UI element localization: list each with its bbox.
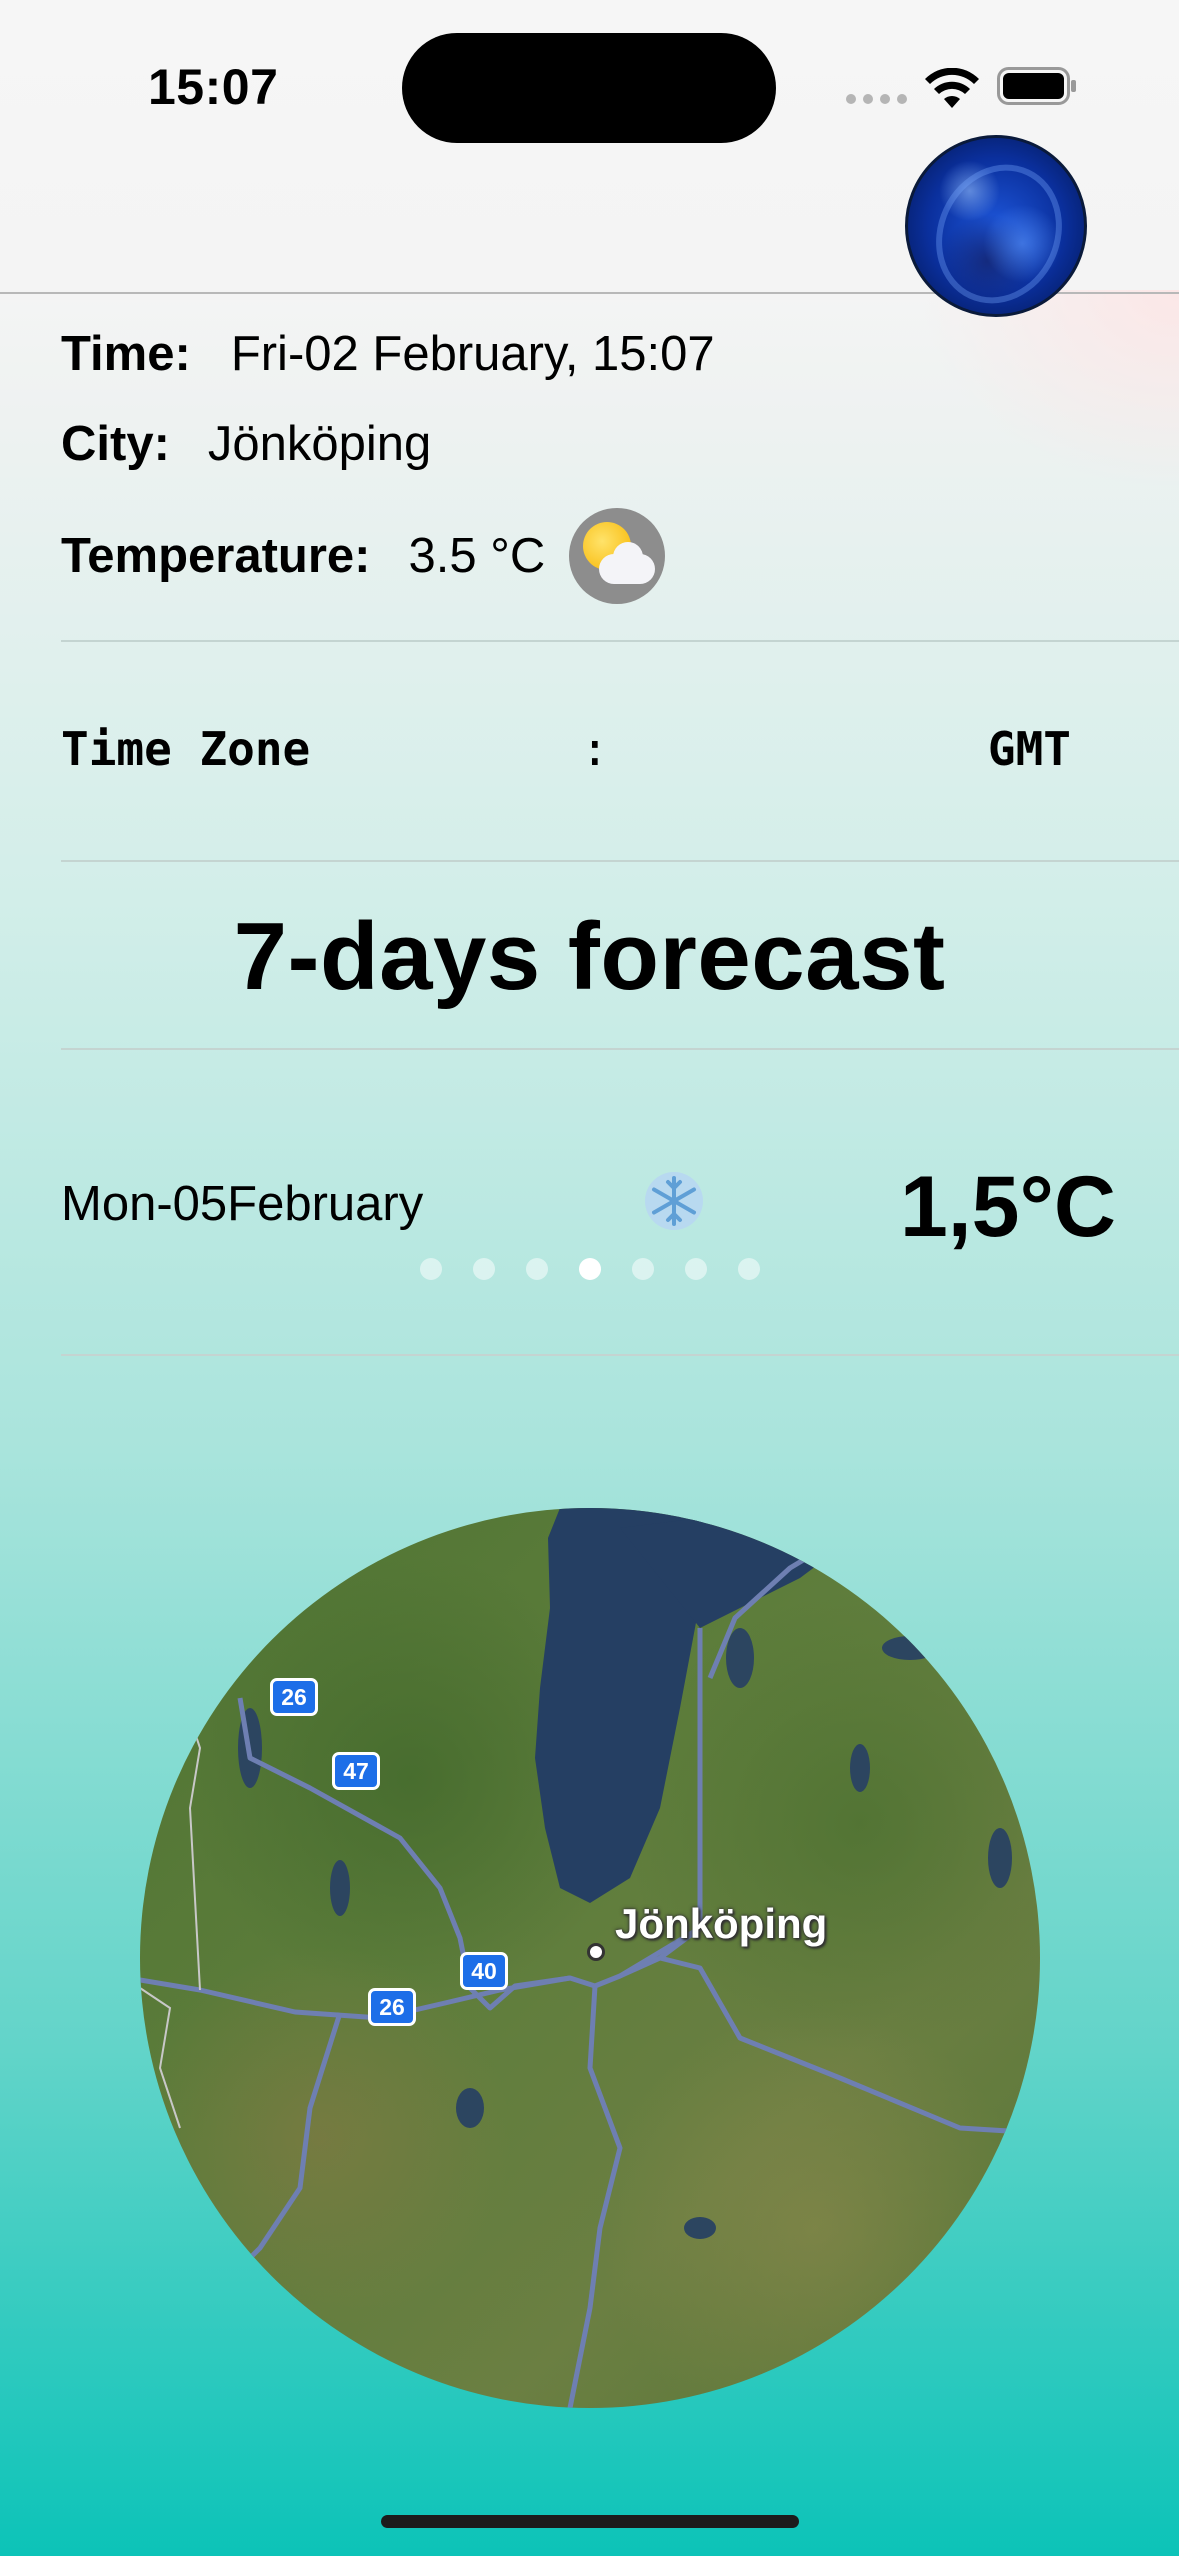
snowflake-icon	[645, 1172, 703, 1230]
temperature-label: Temperature:	[61, 529, 371, 583]
forecast-title: 7-days forecast	[233, 903, 946, 1010]
status-time: 15:07	[148, 59, 279, 115]
timezone-value: GMT	[987, 722, 1071, 776]
road-shield-47: 47	[332, 1752, 380, 1790]
partly-cloudy-icon	[569, 508, 666, 604]
home-indicator[interactable]	[381, 2515, 799, 2528]
page-dot[interactable]	[420, 1258, 442, 1280]
road-shield-26: 26	[270, 1678, 318, 1716]
page-dot[interactable]	[738, 1258, 760, 1280]
city-row: City: Jönköping	[61, 416, 431, 472]
map-city-label: Jönköping	[615, 1900, 828, 1947]
page-dot[interactable]	[685, 1258, 707, 1280]
page-indicator[interactable]	[420, 1258, 760, 1280]
forecast-day-temperature: 1,5°C	[899, 1159, 1116, 1255]
page-dot[interactable]	[526, 1258, 548, 1280]
dynamic-island	[402, 33, 776, 143]
divider	[61, 1048, 1179, 1050]
temperature-row: Temperature: 3.5 °C	[61, 508, 666, 604]
divider	[61, 860, 1179, 862]
wifi-icon	[925, 68, 979, 108]
battery-icon	[997, 67, 1076, 105]
background-glow	[919, 290, 1179, 490]
forecast-day-card[interactable]: Mon-05February 1,5°C	[61, 1159, 1116, 1270]
divider	[61, 1354, 1179, 1356]
globe-avatar-button[interactable]	[905, 135, 1087, 317]
forecast-day-name: Mon-05February	[61, 1177, 424, 1231]
cellular-signal-icon	[846, 94, 907, 104]
city-label: City:	[61, 417, 170, 471]
map-view[interactable]: 26 47 40 26 Jönköping	[140, 1508, 1040, 2408]
timezone-label: Time Zone	[61, 722, 311, 776]
time-value: Fri-02 February, 15:07	[230, 327, 715, 381]
divider	[61, 640, 1179, 642]
time-label: Time:	[61, 327, 191, 381]
time-row: Time: Fri-02 February, 15:07	[61, 326, 715, 382]
temperature-value: 3.5 °C	[408, 529, 546, 583]
page-dot[interactable]	[632, 1258, 654, 1280]
road-shield-40: 40	[460, 1952, 508, 1990]
road-shield-26: 26	[368, 1988, 416, 2026]
timezone-separator: :	[581, 722, 609, 776]
page-dot[interactable]	[473, 1258, 495, 1280]
city-pin-icon[interactable]	[587, 1943, 605, 1961]
page-dot[interactable]	[579, 1258, 601, 1280]
city-value: Jönköping	[207, 417, 432, 471]
